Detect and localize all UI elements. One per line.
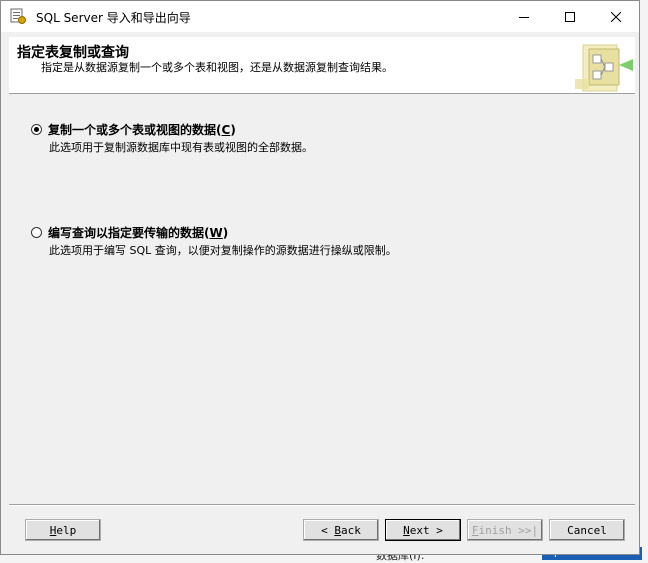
radio-write-query[interactable] [31, 227, 42, 238]
option-accel-key: C [221, 123, 231, 137]
maximize-icon [565, 11, 575, 22]
footer-separator [9, 504, 635, 506]
option-copy-tables-label: 复制一个或多个表或视图的数据(C) [48, 121, 236, 138]
button-label-post: ack [341, 523, 361, 537]
option-write-query-label: 编写查询以指定要传输的数据(W) [48, 224, 228, 241]
option-accel-key: W [209, 226, 223, 240]
maximize-button[interactable] [547, 1, 593, 32]
back-button[interactable]: < Back [303, 519, 379, 541]
button-label-pre: < [321, 523, 335, 537]
wizard-window: SQL Server 导入和导出向导 指定表复制或查询 指定是从数据源复制一个或… [0, 0, 640, 555]
button-label-post: elp [56, 523, 77, 537]
option-write-query[interactable]: 编写查询以指定要传输的数据(W) [31, 224, 228, 241]
radio-copy-tables[interactable] [31, 124, 42, 135]
minimize-button[interactable] [501, 1, 547, 32]
button-accel-key: H [49, 523, 57, 537]
cancel-button[interactable]: Cancel [549, 519, 625, 541]
option-label-text: 编写查询以指定要传输的数据( [48, 226, 210, 240]
button-accel-key: F [471, 523, 479, 537]
window-title: SQL Server 导入和导出向导 [36, 11, 191, 25]
header-banner: 指定表复制或查询 指定是从数据源复制一个或多个表和视图，还是从数据源复制查询结果… [9, 37, 635, 94]
title-bar[interactable]: SQL Server 导入和导出向导 [1, 1, 639, 32]
close-button[interactable] [593, 1, 639, 32]
page-subtitle: 指定是从数据源复制一个或多个表和视图，还是从数据源复制查询结果。 [41, 61, 393, 74]
minimize-icon [519, 16, 529, 18]
app-icon [9, 7, 27, 25]
button-accel-key: B [334, 523, 341, 537]
button-label-post: inish >>| [478, 523, 539, 537]
finish-button[interactable]: Finish >>| [467, 519, 543, 541]
next-button[interactable]: Next > [385, 519, 461, 541]
help-button[interactable]: Help [25, 519, 101, 541]
option-write-query-description: 此选项用于编写 SQL 查询，以便对复制操作的源数据进行操纵或限制。 [49, 244, 397, 257]
option-label-end: ) [230, 123, 236, 137]
close-icon [611, 11, 621, 22]
button-label-pre: Cancel [567, 523, 607, 537]
option-label-text: 复制一个或多个表或视图的数据( [48, 123, 222, 137]
option-label-end: ) [222, 226, 229, 240]
option-copy-tables-description: 此选项用于复制源数据库中现有表或视图的全部数据。 [49, 141, 313, 154]
button-label-post: ext > [409, 523, 443, 537]
button-accel-key: N [403, 523, 410, 537]
option-copy-tables[interactable]: 复制一个或多个表或视图的数据(C) [31, 121, 236, 138]
wizard-table-icon [575, 39, 635, 93]
wizard-content: 复制一个或多个表或视图的数据(C) 此选项用于复制源数据库中现有表或视图的全部数… [9, 94, 635, 504]
